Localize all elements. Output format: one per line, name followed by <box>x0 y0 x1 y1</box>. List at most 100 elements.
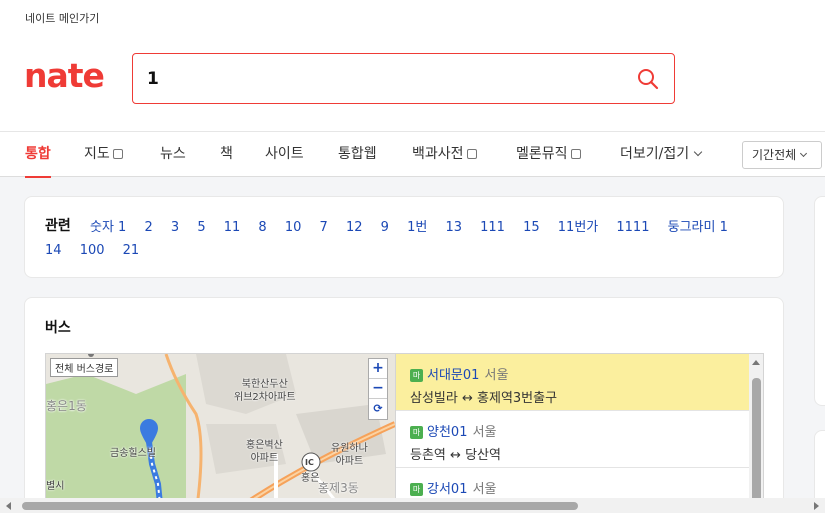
related-link[interactable]: 2 <box>144 220 152 235</box>
checkbox-icon[interactable] <box>466 149 477 159</box>
route-header: 마 서대문01 서울 <box>410 364 750 383</box>
tab-label: 사이트 <box>265 146 304 162</box>
related-link[interactable]: 12 <box>346 220 363 235</box>
tab-map[interactable]: 지도 <box>84 132 123 177</box>
tab-label: 뉴스 <box>160 146 186 162</box>
route-to: 홍제역3번출구 <box>477 391 558 406</box>
tab-news[interactable]: 뉴스 <box>160 132 186 177</box>
map-label: 유원하나 아파트 <box>331 442 368 468</box>
map-label: 홍제3동 <box>318 481 359 495</box>
chevron-down-icon <box>800 149 808 158</box>
tab-more[interactable]: 더보기/접기 <box>620 132 703 177</box>
map-label-text: 유원하나 아파트 <box>331 443 368 467</box>
bidirectional-arrow-icon: ↔ <box>461 391 473 406</box>
map-label-text: 북한산두산 위브2차아파트 <box>234 379 296 403</box>
scroll-left-arrow-icon[interactable] <box>6 502 11 510</box>
map-label: 북한산두산 위브2차아파트 <box>234 378 296 404</box>
related-link[interactable]: 100 <box>80 243 105 258</box>
bus-route-item[interactable]: 마 양천01 서울 등촌역 ↔ 당산역 <box>396 411 750 468</box>
bus-route-map[interactable]: 전체 버스경로 + − ⟳ 북한산두산 위브2차아파트 홍은벽산 아파트 유원하… <box>46 354 395 512</box>
route-path: 등촌역 ↔ 당산역 <box>410 444 750 463</box>
tab-label: 멜론뮤직 <box>516 146 568 162</box>
tab-label: 더보기/접기 <box>620 146 690 162</box>
related-link[interactable]: 1번 <box>407 220 427 235</box>
route-list-scrollbar[interactable] <box>749 354 763 512</box>
route-city: 서울 <box>472 482 497 497</box>
tab-label: 지도 <box>84 146 110 162</box>
checkbox-icon[interactable] <box>112 149 123 159</box>
map-label-text: 홍은벽산 아파트 <box>246 440 283 464</box>
tab-sites[interactable]: 사이트 <box>265 132 304 177</box>
search-tabs: 통합 지도 뉴스 책 사이트 통합웹 백과사전 멜론뮤직 더보기/접기 기간전체 <box>0 131 825 178</box>
related-link[interactable]: 3 <box>171 220 179 235</box>
zoom-out-button[interactable]: − <box>369 379 387 399</box>
nate-logo[interactable]: nate <box>24 56 105 96</box>
town-bus-badge: 마 <box>410 426 423 439</box>
route-from: 등촌역 <box>410 448 446 463</box>
route-path: 삼성빌라 ↔ 홍제역3번출구 <box>410 387 750 406</box>
related-link[interactable]: 13 <box>445 220 462 235</box>
scrollbar-thumb[interactable] <box>22 502 578 510</box>
scroll-up-arrow-icon[interactable] <box>752 360 760 365</box>
related-link[interactable]: 숫자 1 <box>90 220 126 235</box>
scroll-right-arrow-icon[interactable] <box>814 502 819 510</box>
related-link[interactable]: 15 <box>523 220 540 235</box>
tab-label: 책 <box>220 146 233 162</box>
tab-encyclopedia[interactable]: 백과사전 <box>412 132 477 177</box>
tab-books[interactable]: 책 <box>220 132 233 177</box>
related-links: 숫자 1 2 3 5 11 8 10 7 12 9 1번 13 111 15 1… <box>45 216 765 262</box>
map-label: 홍은1동 <box>46 399 87 413</box>
route-header: 마 양천01 서울 <box>410 421 750 440</box>
search-input[interactable] <box>147 66 617 92</box>
route-name[interactable]: 강서01 <box>427 482 467 497</box>
related-link[interactable]: 10 <box>285 220 302 235</box>
top-header: 네이트 메인가기 nate <box>0 0 825 131</box>
zoom-in-button[interactable]: + <box>369 359 387 379</box>
period-filter-dropdown[interactable]: 기간전체 <box>742 141 822 169</box>
bus-route-list: 마 서대문01 서울 삼성빌라 ↔ 홍제역3번출구 마 양천01 서울 등촌역 ↔ … <box>395 354 750 512</box>
related-link[interactable]: 1111 <box>616 220 649 235</box>
tab-web[interactable]: 통합웹 <box>338 132 377 177</box>
side-panel-card <box>814 196 825 406</box>
tab-label: 백과사전 <box>412 146 464 162</box>
route-name[interactable]: 양천01 <box>427 425 467 440</box>
route-header: 마 강서01 서울 <box>410 478 750 497</box>
tab-integrated[interactable]: 통합 <box>25 132 51 178</box>
town-bus-badge: 마 <box>410 483 423 496</box>
period-filter-label: 기간전체 <box>752 148 797 162</box>
related-link[interactable]: 5 <box>197 220 205 235</box>
bidirectional-arrow-icon: ↔ <box>450 448 461 463</box>
related-link[interactable]: 9 <box>381 220 389 235</box>
bus-content: 전체 버스경로 + − ⟳ 북한산두산 위브2차아파트 홍은벽산 아파트 유원하… <box>45 353 764 513</box>
related-link[interactable]: 11 <box>224 220 241 235</box>
bus-route-item[interactable]: 마 서대문01 서울 삼성빌라 ↔ 홍제역3번출구 <box>396 354 750 411</box>
map-label: 금송힐스빌 <box>110 448 156 459</box>
nate-main-link[interactable]: 네이트 메인가기 <box>25 10 99 26</box>
related-link[interactable]: 둥그라미 1 <box>668 220 728 235</box>
related-link[interactable]: 8 <box>258 220 266 235</box>
related-link[interactable]: 11번가 <box>558 220 598 235</box>
route-to: 당산역 <box>465 448 501 463</box>
route-from: 삼성빌라 <box>410 391 458 406</box>
tab-melon-music[interactable]: 멜론뮤직 <box>516 132 581 177</box>
chevron-down-icon <box>693 147 703 157</box>
ic-label: IC <box>305 458 314 467</box>
horizontal-scrollbar[interactable] <box>0 498 825 513</box>
bus-title: 버스 <box>45 320 71 336</box>
search-box <box>132 53 675 104</box>
related-link[interactable]: 111 <box>480 220 505 235</box>
checkbox-icon[interactable] <box>570 149 581 159</box>
map-label: 별시 <box>46 481 65 492</box>
route-city: 서울 <box>472 425 497 440</box>
tab-label: 통합웹 <box>338 146 377 162</box>
map-label: 홍은벽산 아파트 <box>246 439 283 465</box>
reset-map-icon[interactable]: ⟳ <box>369 399 387 419</box>
scrollbar-thumb[interactable] <box>752 378 761 512</box>
route-name[interactable]: 서대문01 <box>427 368 479 383</box>
full-route-button[interactable]: 전체 버스경로 <box>50 358 119 377</box>
tab-label: 통합 <box>25 146 51 162</box>
related-link[interactable]: 7 <box>320 220 328 235</box>
related-link[interactable]: 21 <box>123 243 140 258</box>
related-link[interactable]: 14 <box>45 243 62 258</box>
search-icon[interactable] <box>636 67 660 91</box>
